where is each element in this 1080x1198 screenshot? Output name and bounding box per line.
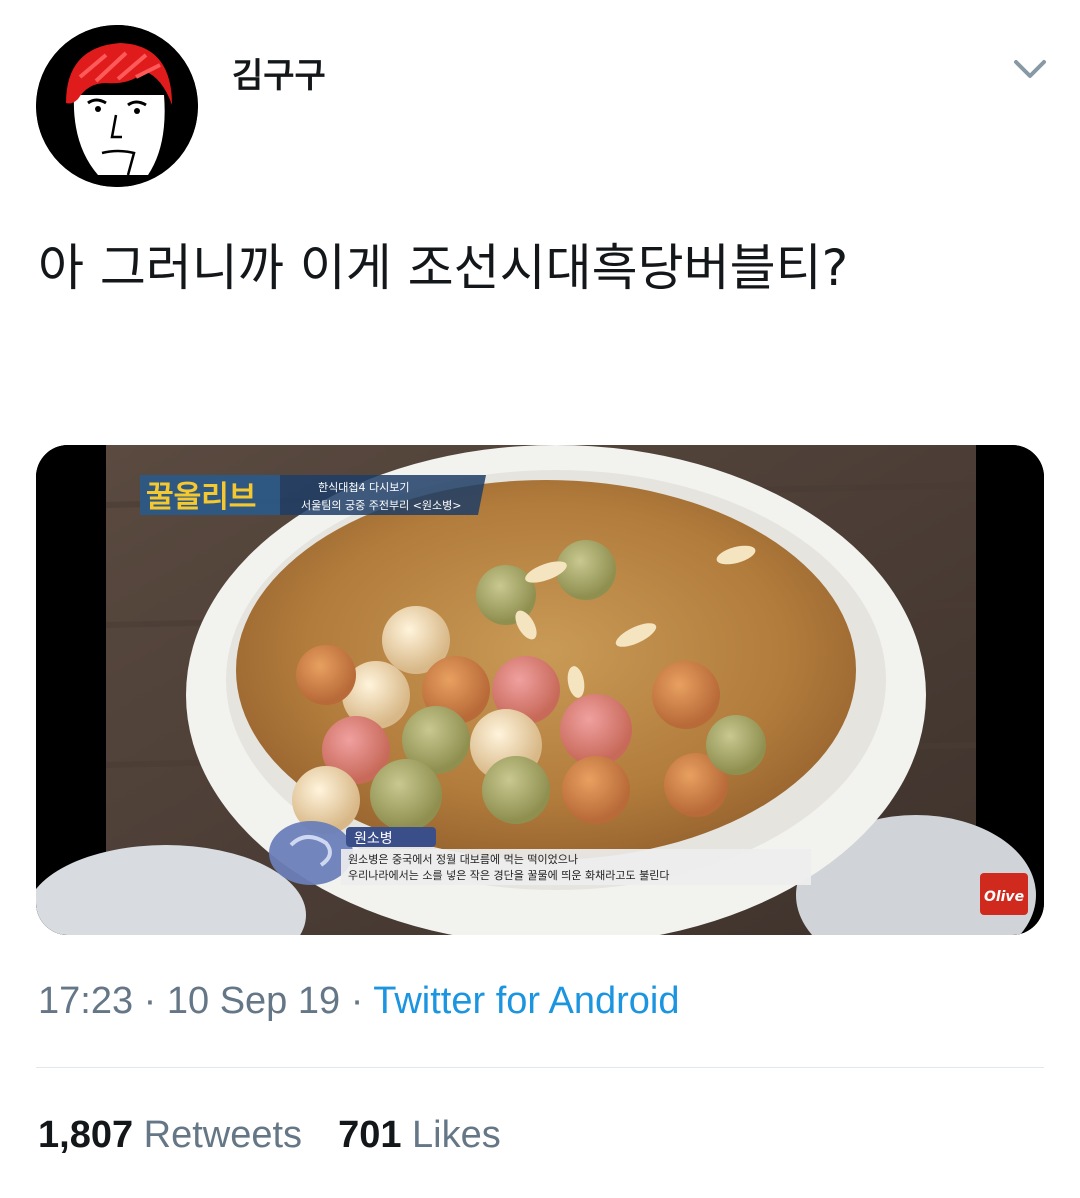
meta-separator-2: · [340, 980, 374, 1022]
tweet-media[interactable]: 꿀올리브 한식대첩4 다시보기 서울팀의 궁중 주전부리 <원소병> 원소병 원… [36, 445, 1044, 935]
likes-stat[interactable]: 701 Likes [338, 1114, 501, 1156]
author-name[interactable]: 김구구 [232, 48, 326, 97]
divider [36, 1067, 1044, 1068]
retweets-label: Retweets [143, 1114, 303, 1156]
avatar-drawing [36, 25, 198, 187]
chevron-down-icon[interactable] [1008, 50, 1052, 88]
caption-line-2: 우리나라에서는 소를 넣은 작은 경단을 꿀물에 띄운 화채라고도 불린다 [348, 869, 669, 882]
tweet-time: 17:23 [38, 980, 134, 1022]
likes-count: 701 [338, 1114, 402, 1156]
meta-separator-1: · [133, 980, 167, 1022]
likes-label: Likes [412, 1114, 501, 1156]
avatar[interactable] [36, 25, 198, 187]
banner-line-2: 서울팀의 궁중 주전부리 <원소병> [301, 499, 461, 512]
tweet-source-link[interactable]: Twitter for Android [373, 980, 679, 1022]
tweet-stats: 1,807 Retweets 701 Likes [38, 1114, 501, 1157]
logo-text: 꿀올리브 [146, 480, 256, 515]
retweets-stat[interactable]: 1,807 Retweets [38, 1114, 302, 1156]
caption-line-1: 원소병은 중국에서 정월 대보름에 먹는 떡이었으나 [348, 853, 578, 866]
retweets-count: 1,807 [38, 1114, 134, 1156]
tweet-text: 아 그러니까 이게 조선시대흑당버블티? [38, 239, 849, 297]
banner-line-1: 한식대첩4 다시보기 [318, 481, 409, 494]
food-photo: 꿀올리브 한식대첩4 다시보기 서울팀의 궁중 주전부리 <원소병> 원소병 원… [36, 445, 1044, 935]
tweet-meta: 17:23 · 10 Sep 19 · Twitter for Android [38, 980, 679, 1023]
tweet-date: 10 Sep 19 [166, 980, 341, 1022]
caption-title: 원소병 [354, 831, 393, 847]
channel-logo: Olive [984, 889, 1024, 905]
